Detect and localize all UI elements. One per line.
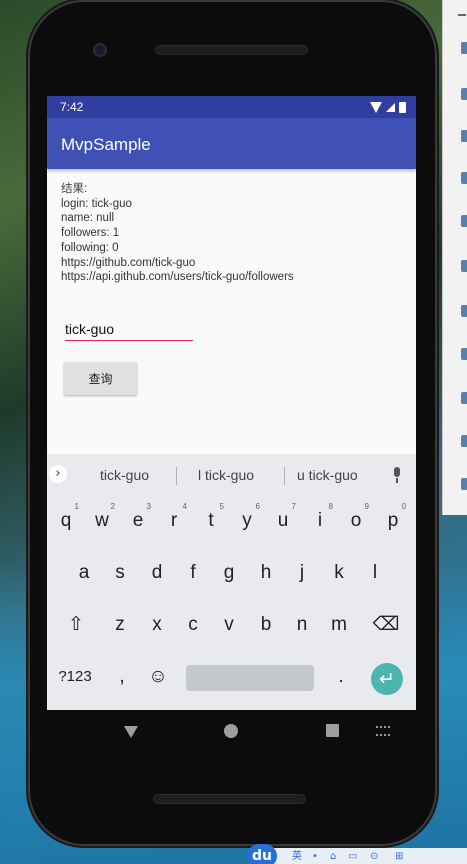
- result-line: followers: 1: [61, 227, 120, 240]
- key-y[interactable]: y6: [230, 499, 264, 543]
- tool-icon[interactable]: [461, 42, 467, 54]
- enter-icon[interactable]: ↵: [371, 663, 403, 695]
- suggestion-item[interactable]: tick-guo: [100, 467, 149, 483]
- key-b[interactable]: b: [249, 603, 283, 647]
- earpiece-speaker: [155, 45, 308, 55]
- recents-icon[interactable]: [326, 724, 339, 737]
- tool-icon[interactable]: [461, 478, 467, 490]
- status-bar: 7:42: [47, 96, 416, 118]
- battery-icon: [399, 101, 406, 113]
- home-icon[interactable]: [224, 724, 238, 738]
- key-j[interactable]: j: [285, 551, 319, 595]
- key-i[interactable]: i8: [303, 499, 337, 543]
- signal-icon: [386, 102, 395, 112]
- key-c[interactable]: c: [176, 603, 210, 647]
- space-key[interactable]: [186, 665, 314, 691]
- user-tray-icon[interactable]: ⊙: [370, 852, 382, 862]
- tool-icon[interactable]: [461, 88, 467, 100]
- suggestion-strip: › tick-guo l tick-guo u tick-guo: [47, 454, 416, 496]
- tool-icon[interactable]: [461, 130, 467, 142]
- grid-tray-icon[interactable]: ⊞: [395, 852, 407, 862]
- key-w[interactable]: w2: [85, 499, 119, 543]
- key-s[interactable]: s: [103, 551, 137, 595]
- key-m[interactable]: m: [322, 603, 356, 647]
- tool-icon[interactable]: [461, 172, 467, 184]
- username-field: [65, 318, 193, 341]
- key-z[interactable]: z: [103, 603, 137, 647]
- key-r[interactable]: r4: [157, 499, 191, 543]
- app-bar: MvpSample: [47, 118, 416, 169]
- tool-icon[interactable]: [461, 215, 467, 227]
- camera-icon: [93, 43, 107, 57]
- key-k[interactable]: k: [322, 551, 356, 595]
- query-button[interactable]: 查询: [64, 362, 137, 395]
- result-title: 结果:: [61, 183, 88, 195]
- suggestion-item[interactable]: l tick-guo: [198, 467, 254, 483]
- emoji-icon[interactable]: ☺: [141, 655, 175, 699]
- nav-bar: [47, 710, 416, 756]
- key-x[interactable]: x: [140, 603, 174, 647]
- tool-icon[interactable]: [461, 435, 467, 447]
- minimize-icon[interactable]: [458, 14, 466, 16]
- key-v[interactable]: v: [212, 603, 246, 647]
- result-line: login: tick-guo: [61, 197, 132, 210]
- language-icon[interactable]: 英: [292, 852, 304, 862]
- tool-icon[interactable]: [461, 348, 467, 360]
- key-u[interactable]: u7: [266, 499, 300, 543]
- tool-icon[interactable]: [461, 260, 467, 272]
- result-line: https://api.github.com/users/tick-guo/fo…: [61, 271, 294, 284]
- key-p[interactable]: p0: [376, 499, 410, 543]
- app-title: MvpSample: [61, 135, 151, 154]
- key-d[interactable]: d: [140, 551, 174, 595]
- soft-keyboard: › tick-guo l tick-guo u tick-guo q1 w2 e…: [47, 454, 416, 710]
- key-e[interactable]: e3: [121, 499, 155, 543]
- keyboard-switch-icon[interactable]: [376, 726, 390, 736]
- tool-icon[interactable]: [461, 392, 467, 404]
- status-time: 7:42: [60, 100, 84, 114]
- key-l[interactable]: l: [358, 551, 392, 595]
- key-t[interactable]: t5: [194, 499, 228, 543]
- key-a[interactable]: a: [67, 551, 101, 595]
- result-line: name: null: [61, 212, 115, 225]
- baidu-input-icon[interactable]: du: [247, 844, 277, 864]
- key-row-4: ?123 , ☺ . ↵: [47, 655, 416, 707]
- mic-tray-icon[interactable]: ⌂: [330, 852, 342, 862]
- keyboard-tray-icon[interactable]: ▭: [348, 852, 360, 862]
- dot-icon[interactable]: •: [312, 852, 324, 862]
- key-q[interactable]: q1: [49, 499, 83, 543]
- key-g[interactable]: g: [212, 551, 246, 595]
- key-row-1: q1 w2 e3 r4 t5 y6 u7 i8 o9 p0: [47, 499, 416, 551]
- suggestion-item[interactable]: u tick-guo: [297, 467, 358, 483]
- result-line: https://github.com/tick-guo: [61, 256, 196, 269]
- key-o[interactable]: o9: [339, 499, 373, 543]
- microphone-icon[interactable]: [392, 467, 402, 483]
- symbols-key[interactable]: ?123: [53, 655, 97, 699]
- key-f[interactable]: f: [176, 551, 210, 595]
- tool-icon[interactable]: [461, 305, 467, 317]
- key-h[interactable]: h: [249, 551, 283, 595]
- key-n[interactable]: n: [285, 603, 319, 647]
- result-line: following: 0: [61, 241, 119, 254]
- bottom-speaker: [153, 794, 306, 804]
- phone-screen: 7:42 MvpSample 结果: login: tick-guo name:…: [47, 96, 416, 710]
- back-icon[interactable]: [124, 726, 138, 738]
- ide-side-panel: [442, 0, 467, 515]
- shift-icon[interactable]: ⇧: [59, 603, 93, 647]
- username-input[interactable]: [65, 318, 193, 339]
- key-row-2: a s d f g h j k l: [47, 551, 416, 603]
- key-period[interactable]: .: [324, 655, 358, 699]
- key-row-3: ⇧ z x c v b n m ⌫: [47, 603, 416, 655]
- backspace-icon[interactable]: ⌫: [369, 603, 403, 647]
- phone-frame: 7:42 MvpSample 结果: login: tick-guo name:…: [30, 2, 435, 844]
- key-comma[interactable]: ,: [105, 655, 139, 699]
- wifi-icon: [370, 101, 382, 113]
- suggestion-expand-icon[interactable]: ›: [49, 465, 67, 483]
- result-text: 结果: login: tick-guo name: null followers…: [61, 182, 406, 285]
